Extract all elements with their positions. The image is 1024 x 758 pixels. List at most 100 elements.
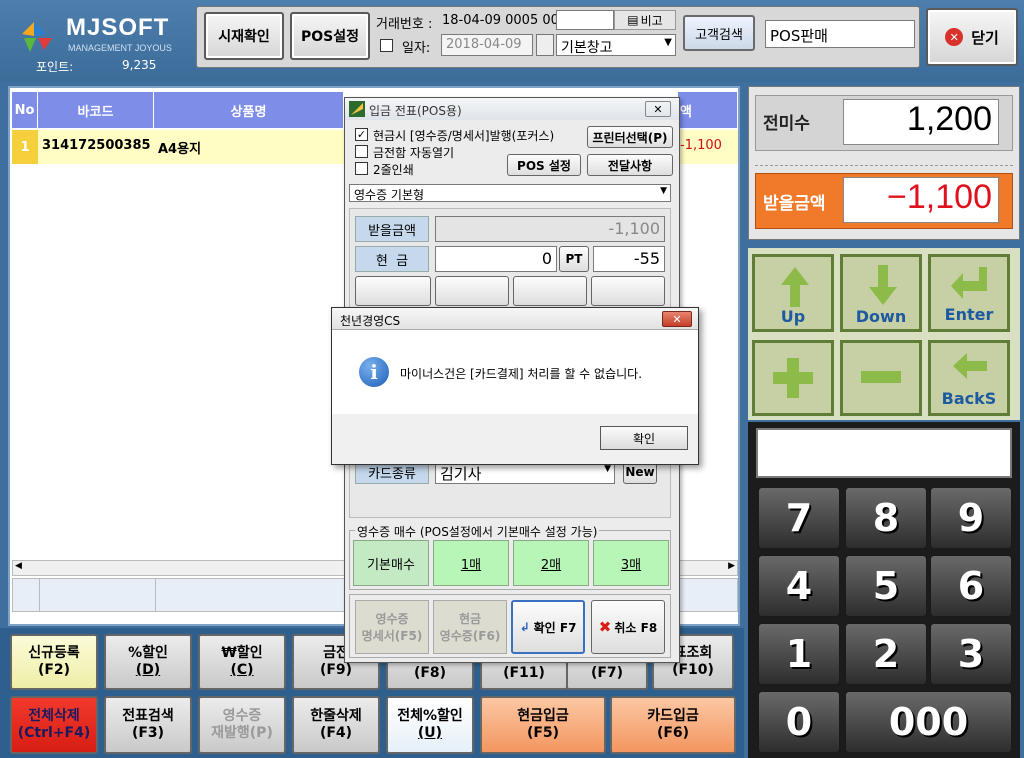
up-button[interactable]: Up <box>752 254 834 332</box>
stock-check-button[interactable]: 시재확인 <box>204 12 284 60</box>
points-field[interactable]: -55 <box>593 246 665 272</box>
close-icon[interactable]: ✕ <box>645 101 671 117</box>
date-checkbox[interactable] <box>380 39 393 52</box>
num-3-button[interactable]: 3 <box>930 623 1012 685</box>
dialog-titlebar: 입금 전표(POS용) ✕ <box>345 98 679 120</box>
pos-settings-button[interactable]: POS설정 <box>290 12 370 60</box>
num-7-button[interactable]: 7 <box>758 487 840 549</box>
new-register-button[interactable]: 신규등록 (F2) <box>10 634 98 690</box>
date-field[interactable]: 2018-04-09 <box>441 34 533 56</box>
all-percent-discount-button[interactable]: 전체%할인 (U) <box>386 696 474 754</box>
cash-field[interactable]: 0 <box>435 246 557 272</box>
delete-all-button[interactable]: 전체삭제 (Ctrl+F4) <box>10 696 98 754</box>
arrow-left-icon <box>953 353 987 379</box>
pos-settings-button[interactable]: POS 설정 <box>507 154 581 176</box>
message-text: 마이너스건은 [카드결제] 처리를 할 수 없습니다. <box>400 367 643 381</box>
receive-amount-label: 받을금액 <box>763 194 826 214</box>
down-button[interactable]: Down <box>840 254 922 332</box>
prev-balance-label: 전미수 <box>763 114 810 134</box>
copies-1-button[interactable]: 1매 <box>433 540 509 586</box>
message-titlebar: 천년경영CS ✕ <box>332 308 698 330</box>
num-8-button[interactable]: 8 <box>845 487 927 549</box>
warehouse-select[interactable]: 기본창고 ▼ <box>556 34 676 56</box>
card-deposit-button[interactable]: 카드입금 (F6) <box>610 696 736 754</box>
copies-title: 영수증 매수 (POS설정에서 기본매수 설정 가능) <box>355 523 600 540</box>
receipt-reissue-button[interactable]: 영수증 재발행(P) <box>198 696 286 754</box>
num-4-button[interactable]: 4 <box>758 555 840 617</box>
cash-receipt-button[interactable]: 현금 영수증(F6) <box>433 600 507 654</box>
prev-balance-value: 1,200 <box>843 99 999 145</box>
cash-drawer-checkbox[interactable] <box>355 145 368 158</box>
close-icon[interactable]: ✕ <box>662 311 692 327</box>
receipt-type-select[interactable]: 영수증 기본형 ▼ <box>349 184 671 202</box>
points-button[interactable]: PT <box>559 246 589 272</box>
close-button[interactable]: ✕ 닫기 <box>926 8 1018 66</box>
num-2-button[interactable]: 2 <box>845 623 927 685</box>
chevron-down-icon: ▼ <box>604 464 611 474</box>
plus-button[interactable] <box>752 340 834 416</box>
receipt-focus-checkbox[interactable]: ✓ <box>355 128 368 141</box>
statement-button[interactable]: 영수증 명세서(F5) <box>355 600 429 654</box>
num-9-button[interactable]: 9 <box>930 487 1012 549</box>
backspace-button[interactable]: BackS <box>928 340 1010 416</box>
copies-default-button[interactable]: 기본매수 <box>353 540 429 586</box>
copies-3-button[interactable]: 3매 <box>593 540 669 586</box>
ok-button[interactable]: 확인 <box>600 426 688 450</box>
won-discount-button[interactable]: ₩할인 (C) <box>198 634 286 690</box>
row-barcode: 314172500385 <box>42 138 151 153</box>
date-label: 일자: <box>402 41 431 56</box>
num-6-button[interactable]: 6 <box>930 555 1012 617</box>
percent-discount-button[interactable]: %할인 (D) <box>104 634 192 690</box>
num-1-button[interactable]: 1 <box>758 623 840 685</box>
row-no: 1 <box>12 130 38 164</box>
totals-panel: 전미수 1,200 받을금액 −1,100 <box>748 86 1020 240</box>
quick-cash-button[interactable] <box>513 276 587 306</box>
memo-icon: ▤ <box>627 13 639 27</box>
trade-no-value: 18-04-09 0005 00 <box>442 13 559 28</box>
notice-button[interactable]: 전달사항 <box>587 154 673 176</box>
scroll-right-icon: ▶ <box>728 561 735 571</box>
customer-search-button[interactable]: 고객검색 <box>683 15 755 51</box>
cash-deposit-button[interactable]: 현금입금 (F5) <box>480 696 606 754</box>
plus-icon <box>773 358 813 398</box>
cash-label: 현 금 <box>355 246 429 272</box>
enter-icon: ↲ <box>519 620 530 634</box>
close-icon: ✕ <box>945 28 964 46</box>
quick-cash-button[interactable] <box>355 276 431 306</box>
logo-icon <box>22 22 52 52</box>
scroll-left-icon: ◀ <box>15 561 22 571</box>
minus-icon <box>861 371 901 383</box>
enter-button[interactable]: Enter <box>928 254 1010 332</box>
logo-main: MJSOFT <box>66 14 170 41</box>
num-5-button[interactable]: 5 <box>845 555 927 617</box>
quick-cash-button[interactable] <box>435 276 509 306</box>
points-value: 9,235 <box>122 58 157 72</box>
memo-button[interactable]: ▤ 비고 <box>614 10 676 30</box>
cancel-f8-button[interactable]: ✖ 취소 F8 <box>591 600 665 654</box>
num-000-button[interactable]: 000 <box>845 691 1012 753</box>
two-line-print-checkbox[interactable] <box>355 162 368 175</box>
slip-search-button[interactable]: 전표검색 (F3) <box>104 696 192 754</box>
app-icon <box>349 101 365 117</box>
top-bar: MJSOFT MANAGEMENT JOYOUS 포인트: 9,235 시재확인… <box>0 0 1024 82</box>
header-barcode: 바코드 <box>38 92 154 128</box>
minus-button[interactable] <box>840 340 922 416</box>
row-amount: -1,100 <box>680 138 722 153</box>
quick-cash-button[interactable] <box>591 276 665 306</box>
num-0-button[interactable]: 0 <box>758 691 840 753</box>
copies-2-button[interactable]: 2매 <box>513 540 589 586</box>
arrow-down-icon <box>869 265 897 305</box>
message-title: 천년경영CS <box>340 314 401 328</box>
memo-input[interactable] <box>556 10 614 30</box>
numpad-display[interactable] <box>756 428 1012 478</box>
confirm-f7-button[interactable]: ↲ 확인 F7 <box>511 600 585 654</box>
chevron-down-icon: ▼ <box>660 186 667 196</box>
row-name: A4용지 <box>158 142 202 157</box>
date-picker-button[interactable] <box>536 34 554 56</box>
delete-line-button[interactable]: 한줄삭제 (F4) <box>292 696 380 754</box>
logo: MJSOFT MANAGEMENT JOYOUS 포인트: 9,235 <box>14 8 194 74</box>
printer-select-button[interactable]: 프린터선택(P) <box>587 126 673 148</box>
cancel-icon: ✖ <box>598 618 612 636</box>
chevron-down-icon: ▼ <box>664 37 672 48</box>
logo-sub: MANAGEMENT JOYOUS <box>68 43 172 53</box>
